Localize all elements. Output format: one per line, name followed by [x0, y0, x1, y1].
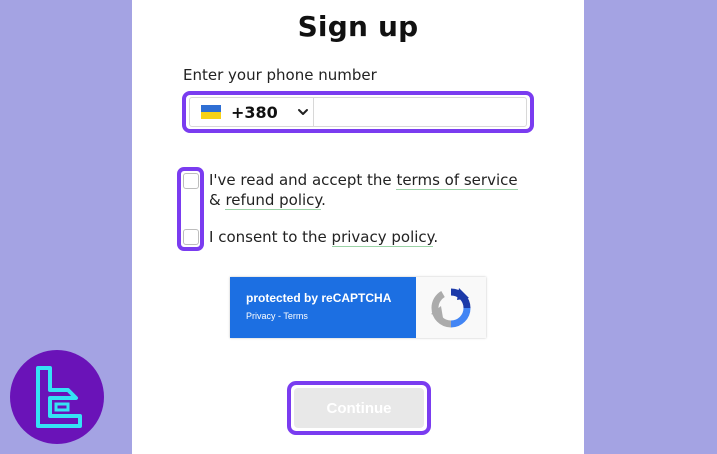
recaptcha-info: protected by reCAPTCHA Privacy - Terms	[230, 277, 416, 338]
terms-of-service-link[interactable]: terms of service	[396, 171, 518, 190]
privacy-policy-link[interactable]: privacy policy	[331, 228, 434, 247]
recaptcha-privacy-link[interactable]: Privacy	[246, 311, 276, 321]
recaptcha-links: Privacy - Terms	[246, 311, 416, 321]
phone-number-input[interactable]	[314, 98, 526, 126]
recaptcha-logo-box	[416, 277, 486, 338]
terms-prefix: I've read and accept the	[209, 171, 397, 189]
recaptcha-badge[interactable]: protected by reCAPTCHA Privacy - Terms	[230, 277, 486, 338]
privacy-prefix: I consent to the	[209, 228, 332, 246]
terms-consent-text: I've read and accept the terms of servic…	[209, 170, 539, 210]
dial-code: +380	[231, 102, 278, 122]
refund-policy-link[interactable]: refund policy	[225, 191, 322, 210]
privacy-checkbox[interactable]	[183, 229, 199, 245]
brand-logo	[10, 350, 104, 444]
continue-highlight: Continue	[287, 381, 431, 435]
phone-label: Enter your phone number	[183, 66, 377, 84]
recaptcha-terms-link[interactable]: Terms	[283, 311, 308, 321]
recaptcha-logo-icon	[431, 287, 471, 327]
page-title: Sign up	[297, 10, 419, 43]
chevron-down-icon	[297, 109, 308, 115]
privacy-consent-text: I consent to the privacy policy.	[209, 227, 438, 247]
page: Sign up Enter your phone number +380 I'v…	[0, 0, 717, 454]
phone-field: +380	[189, 97, 527, 127]
phone-field-highlight: +380	[182, 91, 534, 133]
privacy-suffix: .	[433, 228, 439, 246]
terms-suffix: .	[321, 191, 326, 209]
brand-logo-icon	[36, 366, 82, 428]
signup-card: Sign up Enter your phone number +380 I'v…	[132, 0, 584, 454]
country-code-select[interactable]: +380	[190, 98, 314, 126]
recaptcha-protected-text: protected by reCAPTCHA	[246, 291, 392, 305]
continue-button[interactable]: Continue	[294, 388, 424, 428]
ukraine-flag-icon	[201, 105, 221, 119]
terms-checkbox[interactable]	[183, 173, 199, 189]
terms-amp: &	[209, 191, 226, 209]
